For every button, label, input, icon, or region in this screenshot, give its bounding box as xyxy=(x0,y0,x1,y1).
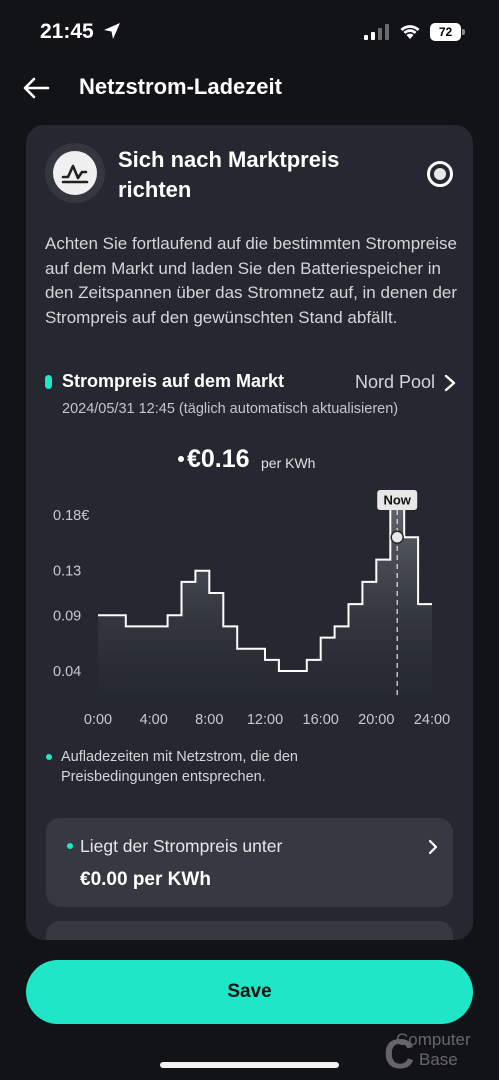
option-title: Sich nach Marktpreis richten xyxy=(118,147,340,202)
home-indicator xyxy=(160,1062,339,1068)
save-button[interactable]: Save xyxy=(26,960,473,1024)
x-tick-label: 4:00 xyxy=(140,712,168,728)
battery-indicator: 72 xyxy=(430,23,465,41)
price-chart: 0.18€ 0.13 0.09 0.04 0:00 4:00 8:00 12:00 16:00… xyxy=(53,490,450,728)
next-condition-card[interactable] xyxy=(46,921,453,940)
status-time: 21:45 xyxy=(40,20,94,43)
now-point xyxy=(390,530,404,545)
price-condition-card[interactable]: Liegt der Strompreis unter €0.00 per KWh xyxy=(46,818,453,907)
market-indicator xyxy=(45,375,52,389)
option-description: Achten Sie fortlaufend auf die bestimmte… xyxy=(45,234,458,327)
option-icon-circle xyxy=(53,151,97,195)
condition-value: €0.00 per KWh xyxy=(80,869,211,890)
radio-selected-dot xyxy=(434,168,446,180)
y-tick-label: 0.09 xyxy=(53,608,81,624)
market-price-row[interactable]: Strompreis auf dem Markt Nord Pool xyxy=(45,369,457,397)
cellular-signal-icon xyxy=(364,24,389,40)
condition-dot xyxy=(67,843,73,849)
market-update-time: 2024/05/31 12:45 (täglich automatisch ak… xyxy=(62,401,399,417)
market-price-icon xyxy=(61,164,89,184)
price-bullet xyxy=(178,456,184,462)
market-price-option-card: Sich nach Marktpreis richten Achten Sie … xyxy=(26,125,473,940)
legend-dot xyxy=(46,754,52,760)
now-label: Now xyxy=(383,493,411,508)
price-area xyxy=(98,503,432,695)
status-bar: 21:45 72 xyxy=(0,0,499,66)
y-tick-label: 0.04 xyxy=(53,664,81,680)
current-price-unit: per KWh xyxy=(261,455,316,471)
chevron-right-icon xyxy=(428,839,438,855)
option-icon-badge xyxy=(45,143,105,203)
wifi-icon xyxy=(400,25,420,39)
back-arrow-icon[interactable] xyxy=(22,76,50,100)
header: Netzstrom-Ladezeit xyxy=(0,66,499,112)
page-title: Netzstrom-Ladezeit xyxy=(79,74,282,99)
location-arrow-icon xyxy=(104,23,120,39)
condition-label: Liegt der Strompreis unter xyxy=(80,836,283,856)
x-tick-label: 16:00 xyxy=(303,712,339,728)
battery-level: 72 xyxy=(430,23,461,41)
x-tick-label: 8:00 xyxy=(195,712,223,728)
option-radio-button[interactable] xyxy=(427,161,453,187)
current-price-value: €0.16 xyxy=(187,445,250,473)
y-tick-label: 0.18€ xyxy=(53,508,89,524)
svg-text:Base: Base xyxy=(419,1050,458,1069)
market-title: Strompreis auf dem Markt xyxy=(62,371,285,391)
y-tick-label: 0.13 xyxy=(53,564,81,580)
svg-text:C: C xyxy=(384,1030,414,1073)
x-tick-label: 24:00 xyxy=(414,712,450,728)
x-tick-label: 12:00 xyxy=(247,712,283,728)
chevron-right-icon xyxy=(444,374,456,392)
x-tick-label: 20:00 xyxy=(358,712,394,728)
legend-text: Aufladezeiten mit Netzstrom, die den Pre… xyxy=(61,749,298,785)
battery-tip xyxy=(462,29,465,35)
market-source: Nord Pool xyxy=(354,372,435,392)
watermark-logo: Computer Base C xyxy=(384,1030,471,1073)
x-tick-label: 0:00 xyxy=(84,712,112,728)
